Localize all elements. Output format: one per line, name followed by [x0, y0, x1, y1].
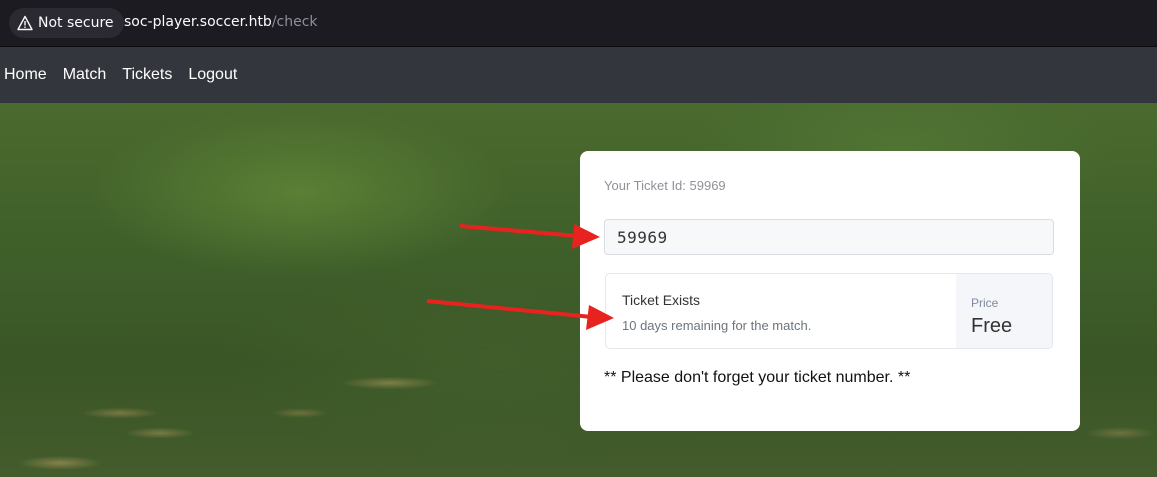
- arrow-to-input-icon: [459, 224, 600, 249]
- annotation-arrows: [426, 224, 614, 330]
- arrow-to-result-icon: [426, 299, 614, 330]
